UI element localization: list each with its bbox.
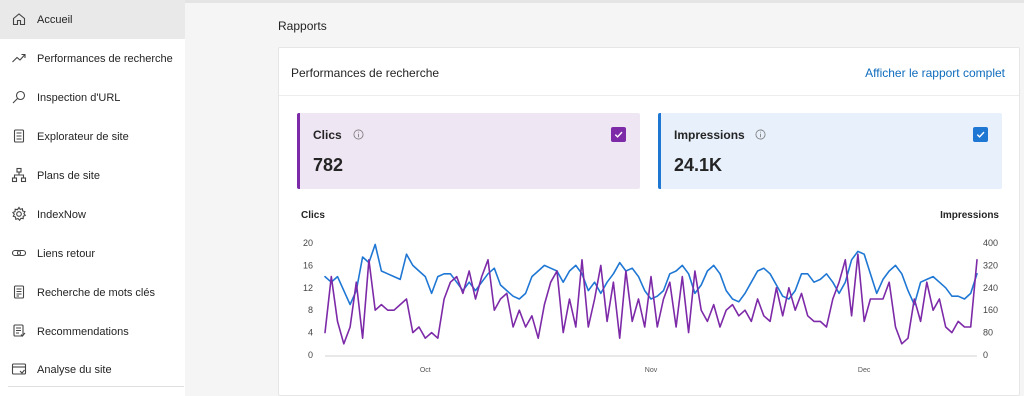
sidebar-item-label: IndexNow <box>37 208 86 221</box>
checkmark-icon <box>976 131 985 138</box>
right-axis-title: Impressions <box>940 210 999 221</box>
metric-impressions[interactable]: Impressions 24.1K <box>658 113 1002 189</box>
y-left-tick: 16 <box>303 260 313 270</box>
metric-impressions-label: Impressions <box>674 128 745 142</box>
document-icon <box>11 128 27 144</box>
sitemap-icon <box>11 167 27 183</box>
view-full-report-link[interactable]: Afficher le rapport complet <box>865 66 1005 80</box>
performance-chart: Clics Impressions 20 400 16 320 12 240 8 160 4 80 0 0… <box>291 204 1011 384</box>
clics-checkbox[interactable] <box>611 127 626 142</box>
metric-clics[interactable]: Clics 782 <box>297 113 640 189</box>
sidebar-item-recommendations[interactable]: Recommendations <box>0 312 185 351</box>
metric-clics-value: 782 <box>313 155 344 175</box>
trend-up-icon <box>11 50 27 66</box>
series-line-impressions <box>324 243 978 306</box>
performance-card: Performances de recherche Afficher le ra… <box>278 47 1020 396</box>
y-left-tick: 4 <box>308 328 313 338</box>
document-list-icon <box>11 284 27 300</box>
info-icon[interactable] <box>353 129 364 140</box>
sidebar-item-plans-de-site[interactable]: Plans de site <box>0 156 185 195</box>
x-tick-label: Oct <box>420 367 431 374</box>
sidebar-item-mots-cles[interactable]: Recherche de mots clés <box>0 273 185 312</box>
info-icon[interactable] <box>755 129 766 140</box>
y-left-tick: 12 <box>303 283 313 293</box>
y-right-tick: 80 <box>983 328 993 338</box>
home-icon <box>11 11 27 27</box>
link-icon <box>11 245 27 261</box>
sidebar: Accueil Performances de recherche Inspec… <box>0 0 185 396</box>
sidebar-item-explorateur[interactable]: Explorateur de site <box>0 117 185 156</box>
sidebar-item-label: Recommendations <box>37 325 129 338</box>
sidebar-item-label: Accueil <box>37 13 73 26</box>
y-right-tick: 400 <box>983 238 998 248</box>
top-bar <box>185 0 1024 3</box>
gear-icon <box>11 206 27 222</box>
section-title: Rapports <box>278 19 327 33</box>
checkmark-icon <box>614 131 623 138</box>
left-axis-title: Clics <box>301 210 325 221</box>
y-right-tick: 240 <box>983 283 998 293</box>
sidebar-item-analyse[interactable]: Analyse du site <box>0 350 185 389</box>
card-header: Performances de recherche Afficher le ra… <box>279 48 1019 96</box>
search-icon <box>11 89 27 105</box>
y-left-tick: 20 <box>303 238 313 248</box>
sidebar-item-label: Liens retour <box>37 247 96 260</box>
sidebar-item-label: Inspection d'URL <box>37 91 121 104</box>
card-title: Performances de recherche <box>291 66 440 80</box>
y-right-tick: 320 <box>983 260 998 270</box>
sidebar-item-label: Analyse du site <box>37 363 112 376</box>
y-right-tick: 160 <box>983 305 998 315</box>
sidebar-item-label: Explorateur de site <box>37 130 129 143</box>
x-tick-label: Dec <box>858 367 871 374</box>
sidebar-item-label: Plans de site <box>37 169 100 182</box>
y-left-tick: 8 <box>308 305 313 315</box>
chart-svg: Clics Impressions 20 400 16 320 12 240 8 160 4 80 0 0… <box>301 210 999 374</box>
x-tick-label: Nov <box>645 367 658 374</box>
metric-clics-label: Clics <box>313 128 342 142</box>
sidebar-item-liens-retour[interactable]: Liens retour <box>0 234 185 273</box>
sidebar-item-performances[interactable]: Performances de recherche <box>0 39 185 78</box>
sidebar-item-label: Performances de recherche <box>37 52 173 65</box>
sidebar-item-indexnow[interactable]: IndexNow <box>0 195 185 234</box>
sidebar-item-inspection-url[interactable]: Inspection d'URL <box>0 78 185 117</box>
window-icon <box>11 361 27 377</box>
metric-impressions-value: 24.1K <box>674 155 723 175</box>
impressions-checkbox[interactable] <box>973 127 988 142</box>
sidebar-item-accueil[interactable]: Accueil <box>0 0 185 39</box>
sidebar-item-label: Recherche de mots clés <box>37 286 155 299</box>
recommendation-icon <box>11 323 27 339</box>
y-left-tick: 0 <box>308 350 313 360</box>
y-right-tick: 0 <box>983 350 988 360</box>
sidebar-divider <box>8 386 184 387</box>
